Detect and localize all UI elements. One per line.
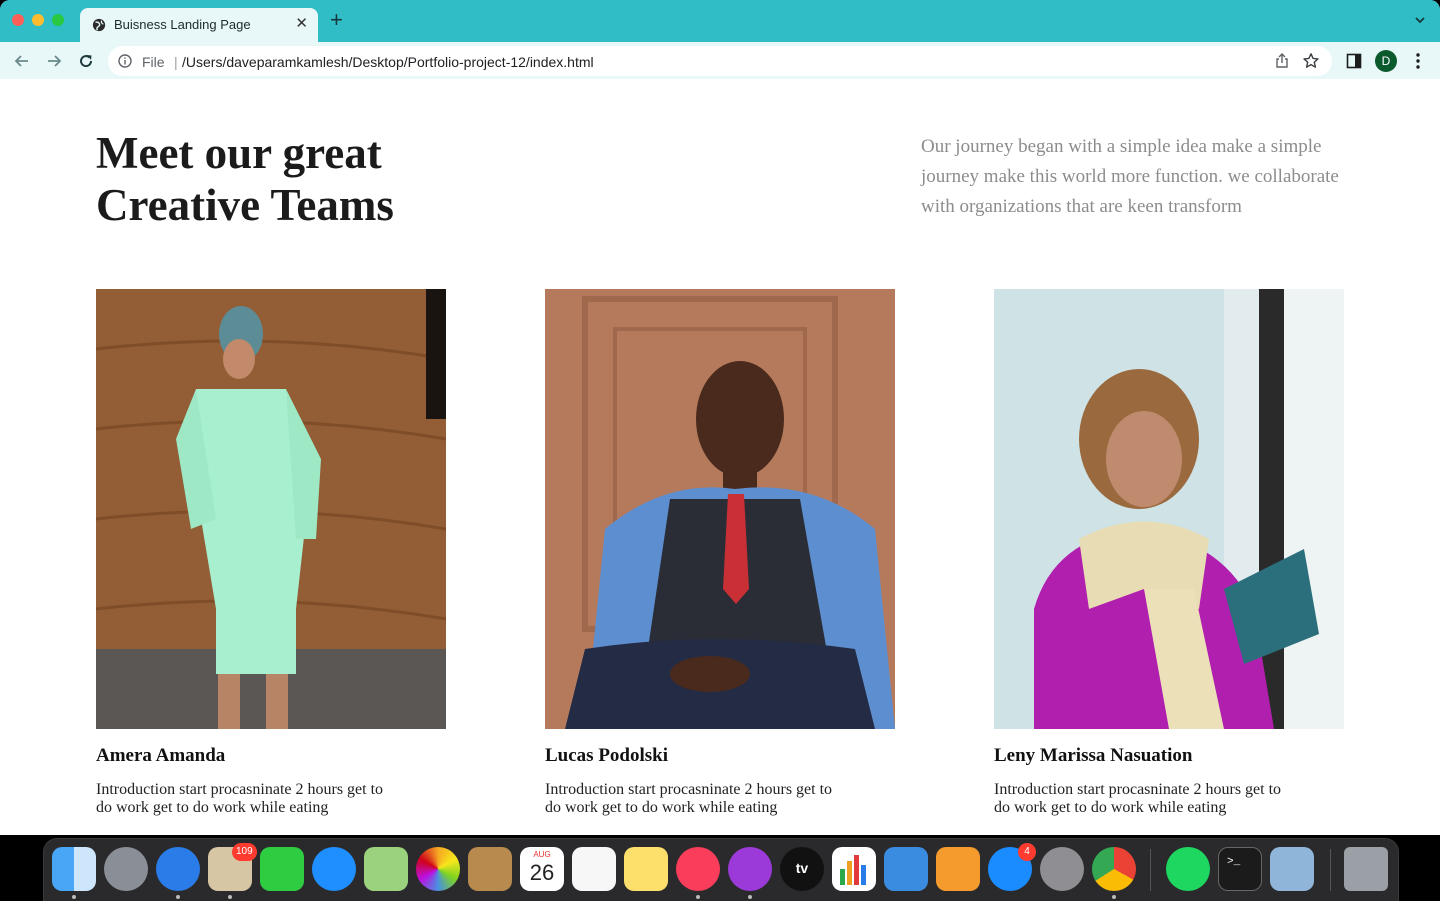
calendar-day: 26 xyxy=(529,860,555,885)
forward-arrow-icon[interactable] xyxy=(44,51,64,71)
team-photo-amera xyxy=(96,289,446,729)
address-bar[interactable]: File | /Users/daveparamkamlesh/Desktop/P… xyxy=(108,46,1332,76)
intro-paragraph: Our journey began with a simple idea mak… xyxy=(921,136,1339,217)
member-name: Lucas Podolski xyxy=(545,745,669,766)
running-indicator xyxy=(748,895,752,899)
team-photo-leny xyxy=(994,289,1344,729)
trash-icon[interactable] xyxy=(1344,847,1388,891)
globe-icon xyxy=(92,18,106,32)
numbers-icon[interactable] xyxy=(832,847,876,891)
tab-active[interactable]: Buisness Landing Page ✕ xyxy=(80,8,318,42)
reload-icon[interactable] xyxy=(76,51,96,71)
running-indicator xyxy=(72,895,76,899)
side-panel-icon[interactable] xyxy=(1346,53,1362,69)
member-name: Amera Amanda xyxy=(96,745,226,766)
info-icon[interactable] xyxy=(118,54,132,68)
terminal-prompt: >_ xyxy=(1227,856,1241,868)
system-preferences-icon[interactable] xyxy=(1040,847,1084,891)
preview-icon[interactable] xyxy=(1270,847,1314,891)
browser-toolbar: File | /Users/daveparamkamlesh/Desktop/P… xyxy=(0,42,1440,80)
notes-icon[interactable] xyxy=(624,847,668,891)
more-menu-icon[interactable] xyxy=(1410,52,1426,70)
chrome-icon[interactable] xyxy=(1092,847,1136,891)
browser-window: Buisness Landing Page ✕ + File | /Users/… xyxy=(0,0,1440,835)
member-description: Introduction start procasninate 2 hours … xyxy=(96,781,384,816)
pages-icon[interactable] xyxy=(936,847,980,891)
photos-icon[interactable] xyxy=(416,847,460,891)
page-title: Meet our great Creative Teams xyxy=(96,127,394,231)
minimize-window-button[interactable] xyxy=(32,14,44,26)
calendar-icon[interactable]: AUG 26 xyxy=(520,847,564,891)
heading-line-1: Meet our great xyxy=(96,128,382,178)
share-icon[interactable] xyxy=(1274,53,1290,69)
tab-title: Buisness Landing Page xyxy=(114,17,251,32)
running-indicator xyxy=(176,895,180,899)
member-name: Leny Marissa Nasuation xyxy=(994,745,1193,766)
reminders-icon[interactable] xyxy=(572,847,616,891)
maps-icon[interactable] xyxy=(364,847,408,891)
zoom-window-button[interactable] xyxy=(52,14,64,26)
podcasts-icon[interactable] xyxy=(728,847,772,891)
team-photo-lucas xyxy=(545,289,895,729)
music-icon[interactable] xyxy=(676,847,720,891)
mail-badge: 109 xyxy=(232,843,257,861)
running-indicator xyxy=(1112,895,1116,899)
team-card: Amera Amanda Introduction start procasni… xyxy=(96,289,446,817)
team-card: Leny Marissa Nasuation Introduction star… xyxy=(994,289,1344,817)
contacts-icon[interactable] xyxy=(468,847,512,891)
safari-icon[interactable] xyxy=(156,847,200,891)
tv-icon[interactable]: tv xyxy=(780,847,824,891)
member-description: Introduction start procasninate 2 hours … xyxy=(545,781,833,816)
back-arrow-icon[interactable] xyxy=(12,51,32,71)
facetime-icon[interactable] xyxy=(260,847,304,891)
profile-avatar[interactable]: D xyxy=(1375,50,1397,72)
spotify-icon[interactable] xyxy=(1166,847,1210,891)
finder-icon[interactable] xyxy=(52,847,96,891)
tab-close-icon[interactable]: ✕ xyxy=(295,16,308,32)
scheme-separator: | xyxy=(174,54,178,70)
keynote-icon[interactable] xyxy=(884,847,928,891)
new-tab-button[interactable]: + xyxy=(330,9,343,31)
dock-divider xyxy=(1330,849,1331,891)
chevron-down-icon[interactable] xyxy=(1414,14,1426,26)
calendar-month: AUG xyxy=(533,850,551,859)
close-window-button[interactable] xyxy=(12,14,24,26)
launchpad-icon[interactable] xyxy=(104,847,148,891)
bookmark-star-icon[interactable] xyxy=(1302,52,1320,70)
app-store-badge: 4 xyxy=(1018,843,1036,861)
running-indicator xyxy=(228,895,232,899)
tab-bar: Buisness Landing Page ✕ + xyxy=(0,0,1440,42)
tv-label: tv xyxy=(795,860,809,876)
url-text[interactable]: /Users/daveparamkamlesh/Desktop/Portfoli… xyxy=(182,54,594,70)
messages-icon[interactable] xyxy=(312,847,356,891)
dock-divider xyxy=(1150,849,1151,891)
dock: 109 AUG 26 tv 4 >_ xyxy=(43,838,1399,901)
scheme-label: File xyxy=(142,54,165,70)
terminal-icon[interactable]: >_ xyxy=(1218,847,1262,891)
team-card: Lucas Podolski Introduction start procas… xyxy=(545,289,895,817)
running-indicator xyxy=(696,895,700,899)
bar-chart-icon xyxy=(840,855,866,885)
member-description: Introduction start procasninate 2 hours … xyxy=(994,781,1282,816)
page-viewport: Meet our great Creative Teams Our journe… xyxy=(0,79,1440,835)
heading-line-2: Creative Teams xyxy=(96,180,394,230)
